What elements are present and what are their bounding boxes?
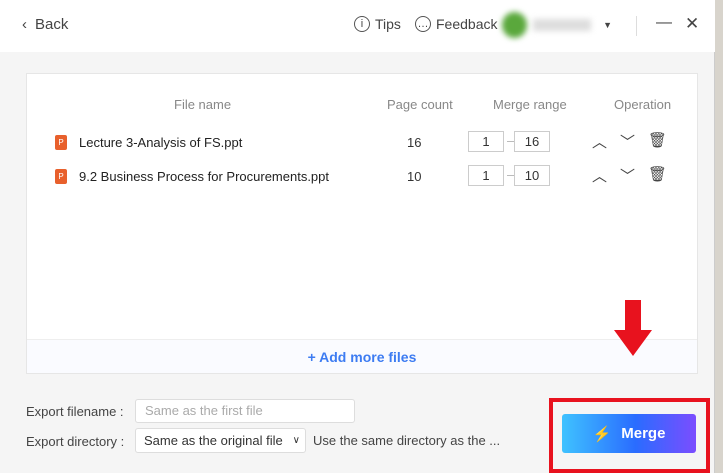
merge-label: Merge (621, 425, 666, 442)
range-to-input[interactable]: 16 (514, 131, 550, 152)
range-from-input[interactable]: 1 (468, 165, 504, 186)
file-name: 9.2 Business Process for Procurements.pp… (79, 169, 330, 184)
title-bar: ‹ Back i Tips … Feedback ▼ — ✕ (0, 0, 715, 52)
header-file-name: File name (174, 97, 232, 112)
file-list-panel: File name Page count Merge range Operati… (26, 73, 698, 374)
minimize-button[interactable]: — (656, 14, 672, 32)
table-row: P 9.2 Business Process for Procurements.… (27, 165, 697, 189)
directory-value: Same as the original file (144, 433, 283, 448)
chevron-down-icon: ∨ (292, 435, 300, 446)
ppt-file-icon: P (55, 135, 67, 150)
directory-hint: Use the same directory as the ... (313, 433, 501, 448)
feedback-label: Feedback (436, 16, 498, 32)
header-merge-range: Merge range (493, 97, 567, 112)
header-page-count: Page count (387, 97, 453, 112)
feedback-button[interactable]: … Feedback (415, 16, 497, 32)
avatar (502, 12, 528, 38)
move-up-icon[interactable]: ︿ (592, 131, 607, 152)
trash-icon[interactable]: 🗑 (648, 165, 667, 183)
back-button[interactable]: ‹ Back (22, 16, 68, 33)
export-directory-label: Export directory : (26, 434, 125, 449)
back-label: Back (35, 16, 69, 33)
red-arrow-icon (614, 300, 652, 356)
page-count: 16 (407, 135, 422, 150)
export-filename-input[interactable]: Same as the first file (135, 399, 355, 423)
table-row: P Lecture 3-Analysis of FS.ppt 16 1 16 ︿… (27, 131, 697, 155)
info-icon: i (354, 16, 370, 32)
close-button[interactable]: ✕ (685, 14, 699, 34)
export-directory-select[interactable]: Same as the original file ∨ (135, 428, 306, 453)
chat-icon: … (415, 16, 431, 32)
lightning-icon: ⚡ (592, 425, 612, 443)
export-filename-label: Export filename : (26, 404, 124, 419)
trash-icon[interactable]: 🗑 (648, 131, 667, 149)
range-from-input[interactable]: 1 (468, 131, 504, 152)
move-down-icon[interactable]: ﹀ (620, 165, 635, 186)
tips-button[interactable]: i Tips (354, 16, 401, 32)
username-blurred (533, 19, 592, 31)
move-down-icon[interactable]: ﹀ (620, 131, 635, 152)
file-name: Lecture 3-Analysis of FS.ppt (79, 135, 243, 150)
header-operation: Operation (614, 97, 672, 112)
page-count: 10 (407, 169, 422, 184)
caret-down-icon: ▼ (603, 20, 612, 30)
divider (636, 16, 637, 36)
move-up-icon[interactable]: ︿ (592, 165, 607, 186)
add-more-files-button[interactable]: + Add more files (27, 339, 697, 373)
ppt-file-icon: P (55, 169, 67, 184)
chevron-left-icon: ‹ (22, 16, 27, 33)
range-to-input[interactable]: 10 (514, 165, 550, 186)
user-account[interactable]: ▼ (502, 10, 612, 40)
merge-button[interactable]: ⚡ Merge (562, 414, 696, 453)
tips-label: Tips (375, 16, 401, 32)
